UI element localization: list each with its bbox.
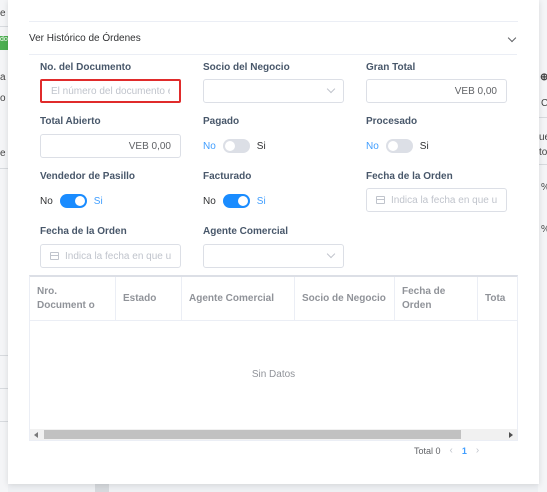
toggle-knob [387, 141, 398, 151]
calendar-icon [50, 252, 59, 260]
pagination-total: Total 0 [414, 445, 441, 456]
column-header-order-date[interactable]: Fecha de Orden [395, 277, 478, 320]
doc-number-input[interactable]: El número del documento es [40, 79, 181, 103]
column-header-business-partner[interactable]: Socio de Negocio [295, 277, 395, 320]
background-text: % [541, 182, 547, 193]
invoiced-toggle[interactable] [222, 194, 250, 208]
column-header-sales-agent[interactable]: Agente Comercial [182, 277, 295, 320]
invoiced-no-label: No [203, 195, 216, 207]
paid-switch-row: No Si [203, 139, 266, 153]
dialog-top-divider [29, 0, 518, 22]
processed-switch-row: No Si [366, 139, 429, 153]
chevron-down-icon [328, 87, 334, 93]
business-partner-select[interactable] [203, 79, 344, 103]
table-empty-text: Sin Datos [251, 369, 296, 380]
column-header-doc-number[interactable]: Nro. Document o [30, 277, 116, 320]
horizontal-scrollbar[interactable] [30, 429, 517, 440]
order-date-placeholder-2: Indica la fecha en que u [65, 250, 171, 262]
sales-agent-label: Agente Comercial [203, 226, 289, 237]
business-partner-label: Socio del Negocio [203, 62, 290, 73]
grand-total-label: Gran Total [366, 62, 416, 73]
aisle-seller-yes-label: Si [93, 195, 103, 207]
background-add-icon: ⊕ [540, 72, 547, 83]
background-divider [539, 117, 547, 118]
paid-yes-label: Si [256, 140, 266, 152]
scrollbar-thumb[interactable] [44, 430, 461, 439]
background-text: to [539, 147, 547, 158]
order-date-picker[interactable]: Indica la fecha en que u [366, 188, 507, 212]
processed-no-label: No [366, 140, 379, 152]
invoiced-yes-label: Si [256, 195, 266, 207]
chevron-down-icon[interactable] [507, 34, 517, 44]
orders-table: Nro. Document o Estado Agente Comercial … [29, 275, 518, 441]
order-date-label-2: Fecha de la Orden [40, 226, 127, 237]
column-header-status[interactable]: Estado [116, 277, 182, 320]
order-history-dialog: Ver Histórico de Órdenes No. del Documen… [8, 0, 539, 484]
background-text: e [0, 148, 6, 159]
prev-page-button[interactable]: ‹ [450, 445, 453, 456]
page-number-current[interactable]: 1 [462, 446, 467, 456]
chevron-down-icon [328, 252, 334, 258]
background-text: % [541, 224, 547, 235]
grand-total-input[interactable]: VEB 0,00 [366, 79, 507, 103]
column-header-total[interactable]: Tota [478, 277, 517, 320]
sales-agent-select[interactable] [203, 244, 344, 268]
toggle-knob [74, 196, 85, 206]
background-text: a [0, 72, 6, 83]
open-total-value: VEB 0,00 [128, 140, 171, 152]
pagination: Total 0 ‹ 1 › [414, 445, 488, 456]
background-divider [0, 168, 8, 169]
paid-no-label: No [203, 140, 216, 152]
background-text: C [541, 98, 547, 109]
processed-yes-label: Si [419, 140, 429, 152]
next-page-button[interactable]: › [476, 445, 479, 456]
collapse-title: Ver Histórico de Órdenes [29, 33, 141, 44]
background-divider [0, 388, 8, 389]
background-divider [0, 355, 8, 356]
background-divider [539, 164, 547, 165]
order-date-picker-2[interactable]: Indica la fecha en que u [40, 244, 181, 268]
background-divider [0, 421, 8, 422]
background-status-tag: do [0, 36, 8, 50]
processed-toggle[interactable] [385, 139, 413, 153]
invoiced-label: Facturado [203, 171, 252, 182]
background-divider [0, 26, 8, 27]
scroll-right-icon[interactable] [509, 432, 513, 438]
doc-number-placeholder: El número del documento es [51, 85, 170, 97]
table-header: Nro. Document o Estado Agente Comercial … [30, 277, 517, 321]
background-text: o [0, 93, 6, 104]
aisle-seller-no-label: No [40, 195, 53, 207]
invoiced-switch-row: No Si [203, 194, 266, 208]
aisle-seller-toggle[interactable] [59, 194, 87, 208]
doc-number-label: No. del Documento [40, 62, 132, 73]
open-total-label: Total Abierto [40, 116, 101, 127]
background-text: e [0, 8, 6, 19]
order-date-label: Fecha de la Orden [366, 171, 453, 182]
grand-total-value: VEB 0,00 [454, 85, 497, 97]
order-date-placeholder: Indica la fecha en que u [391, 194, 497, 206]
background-text: ue [539, 132, 547, 143]
scroll-left-icon[interactable] [34, 432, 38, 438]
toggle-knob [224, 141, 235, 151]
aisle-seller-switch-row: No Si [40, 194, 103, 208]
paid-label: Pagado [203, 116, 240, 127]
aisle-seller-label: Vendedor de Pasillo [40, 171, 136, 182]
paid-toggle[interactable] [222, 139, 250, 153]
open-total-input[interactable]: VEB 0,00 [40, 134, 181, 158]
calendar-icon [376, 196, 385, 204]
processed-label: Procesado [366, 116, 418, 127]
order-history-collapse-header[interactable]: Ver Histórico de Órdenes [29, 23, 517, 55]
toggle-knob [237, 196, 248, 206]
